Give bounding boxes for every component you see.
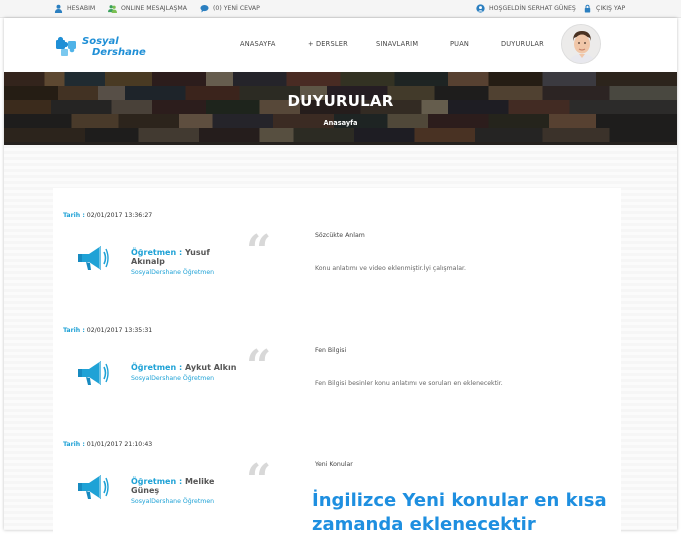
announcement-date: Tarih : 02/01/2017 13:35:31 [63, 327, 153, 334]
top-bar: HESABIM ONLINE MESAJLAŞMA (0) YENİ CEVAP… [0, 0, 681, 18]
teacher-info: Öğretmen : Yusuf Akınalp SosyalDershane … [131, 248, 243, 277]
megaphone-icon [78, 475, 109, 499]
logo-word-bottom: Dershane [92, 47, 146, 58]
nav-score[interactable]: PUAN [450, 40, 469, 48]
lock-icon [584, 4, 591, 13]
announcement-body: Fen Bilgisi besinler konu anlatımı ve so… [315, 380, 503, 387]
announcement-date: Tarih : 01/01/2017 21:10:43 [63, 441, 153, 448]
quote-mark-icon: “ [246, 455, 272, 506]
user-circle-icon [476, 4, 485, 13]
welcome-label: HOŞGELDİN SERHAT GÜNEŞ [489, 5, 576, 12]
announcement-date: Tarih : 02/01/2017 13:36:27 [63, 212, 153, 219]
teacher-info: Öğretmen : Melike Güneş SosyalDershane Ö… [131, 477, 243, 506]
account-link[interactable]: HESABIM [54, 4, 95, 13]
quote-mark-icon: “ [246, 226, 272, 277]
nav-exams[interactable]: SINAVLARIM [376, 40, 418, 48]
new-reply-link[interactable]: (0) YENİ CEVAP [200, 4, 260, 13]
logout-label: ÇIKIŞ YAP [596, 5, 626, 12]
new-reply-label: (0) YENİ CEVAP [213, 5, 260, 12]
nav-lessons[interactable]: + DERSLER [308, 40, 348, 48]
account-label: HESABIM [67, 5, 96, 12]
announcement-item: Tarih : 02/01/2017 13:36:27 Öğretmen : Y… [53, 208, 621, 323]
announcements-list: Tarih : 02/01/2017 13:36:27 Öğretmen : Y… [53, 188, 621, 534]
teacher-role: SosyalDershane Öğretmen [131, 375, 215, 382]
user-photo-icon [562, 25, 600, 63]
logout-link[interactable]: ÇIKIŞ YAP [583, 4, 625, 13]
chat-icon [200, 4, 209, 13]
online-messaging-label: ONLINE MESAJLAŞMA [121, 5, 187, 12]
user-icon [54, 4, 63, 13]
announcement-subject: Sözcükte Anlam [315, 232, 365, 239]
megaphone-icon [78, 246, 109, 270]
puzzle-logo-icon: Sosyal Dershane [56, 36, 146, 58]
online-messaging-link[interactable]: ONLINE MESAJLAŞMA [108, 4, 187, 13]
site-logo[interactable]: Sosyal Dershane [54, 32, 158, 58]
logo-word-top: Sosyal [82, 36, 119, 47]
announcement-item: Tarih : 02/01/2017 13:35:31 Öğretmen : A… [53, 323, 621, 438]
announcement-item: Tarih : 01/01/2017 21:10:43 Öğretmen : M… [53, 437, 621, 552]
nav-home[interactable]: ANASAYFA [240, 40, 276, 48]
teacher-role: SosyalDershane Öğretmen [131, 498, 215, 505]
announcement-body: Konu anlatımı ve video eklenmiştir.İyi ç… [315, 265, 466, 272]
teacher-role: SosyalDershane Öğretmen [131, 269, 215, 276]
nav-announcements[interactable]: DUYURULAR [501, 40, 544, 48]
announcement-subject: Yeni Konular [315, 461, 353, 468]
avatar[interactable] [561, 24, 601, 64]
announcement-subject: Fen Bilgisi [315, 347, 347, 354]
breadcrumb[interactable]: Anasayfa [4, 119, 677, 127]
welcome-user[interactable]: HOŞGELDİN SERHAT GÜNEŞ [476, 4, 576, 13]
teacher-name: Aykut Alkın [184, 363, 237, 372]
megaphone-icon [78, 361, 109, 385]
teacher-info: Öğretmen : Aykut Alkın SosyalDershane Öğ… [131, 363, 243, 383]
quote-mark-icon: “ [246, 341, 272, 392]
users-icon [108, 5, 117, 13]
page-banner: DUYURULAR Anasayfa [4, 72, 677, 145]
page-title: DUYURULAR [287, 92, 394, 110]
site-header: Sosyal Dershane ANASAYFA + DERSLER SINAV… [4, 18, 677, 72]
